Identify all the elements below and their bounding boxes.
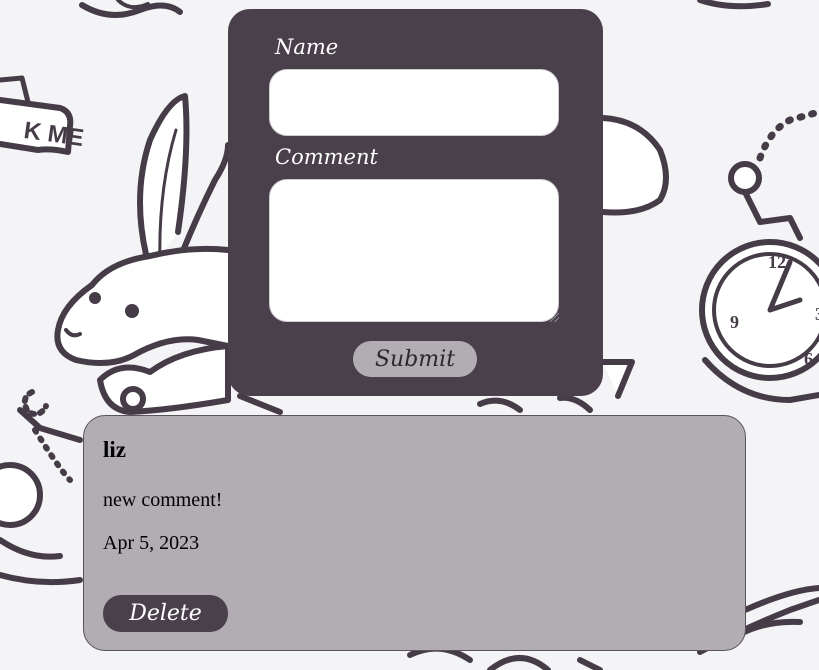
clock-numeral-12: 12 [768,252,786,272]
name-input[interactable] [269,69,559,136]
name-label: Name [275,35,339,59]
comment-author: liz [103,437,126,462]
comment-card: liz new comment! Apr 5, 2023 Delete [83,415,746,651]
comment-textarea[interactable] [269,179,559,322]
clock-numeral-3: 3 [815,304,819,324]
resize-grip-icon[interactable] [550,313,559,322]
comment-form: Name Comment Submit [228,9,603,396]
clock-numeral-6: 6 [804,349,813,369]
clock-numeral-9: 9 [730,312,739,332]
comment-date: Apr 5, 2023 [103,532,200,554]
comment-text: new comment! [103,489,223,511]
submit-button[interactable]: Submit [353,341,477,377]
comment-label: Comment [275,145,378,169]
delete-button[interactable]: Delete [103,595,228,632]
